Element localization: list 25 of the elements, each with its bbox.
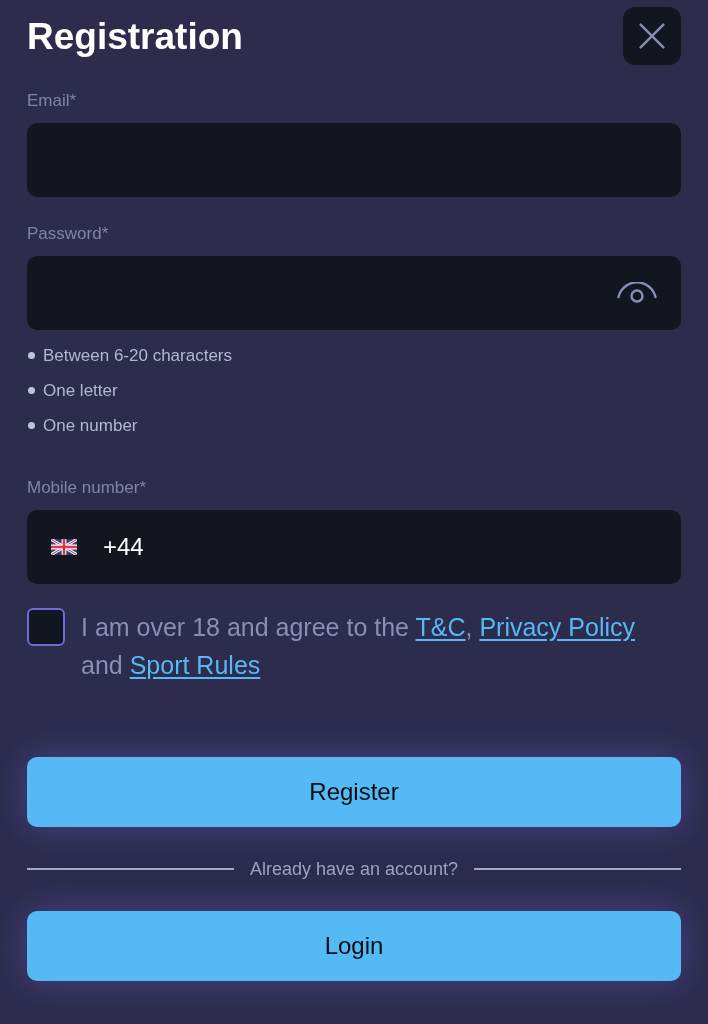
terms-link[interactable]: Privacy Policy xyxy=(479,613,635,641)
close-button[interactable] xyxy=(623,7,681,65)
agreement-checkbox[interactable] xyxy=(27,608,65,646)
password-input[interactable] xyxy=(27,256,681,330)
requirement-text: One number xyxy=(43,414,138,437)
register-button[interactable]: Register xyxy=(27,757,681,827)
field-label: Password* xyxy=(27,224,110,244)
divider-text: Already have an account? xyxy=(249,857,459,881)
terms-link[interactable]: T&C xyxy=(415,613,466,641)
email-input[interactable] xyxy=(27,123,681,197)
close-icon xyxy=(639,23,665,49)
field-label: Email* xyxy=(27,91,78,111)
dialog-title: Registration xyxy=(27,17,243,55)
flag-icon xyxy=(51,539,77,555)
requirement-text: One letter xyxy=(43,379,118,402)
login-button[interactable]: Login xyxy=(27,911,681,981)
field-label: Mobile number* xyxy=(27,478,148,498)
agreement-text: I am over 18 and agree to the T&C, Privacy Policy and Sport Rules xyxy=(81,612,636,681)
phone-input[interactable]: +44 xyxy=(27,510,681,584)
terms-link[interactable]: Sport Rules xyxy=(129,651,261,679)
requirement-text: Between 6-20 characters xyxy=(43,344,232,367)
bullet-icon xyxy=(28,387,35,394)
bullet-icon xyxy=(28,352,35,359)
eye-icon[interactable] xyxy=(617,282,657,304)
bullet-icon xyxy=(28,422,35,429)
